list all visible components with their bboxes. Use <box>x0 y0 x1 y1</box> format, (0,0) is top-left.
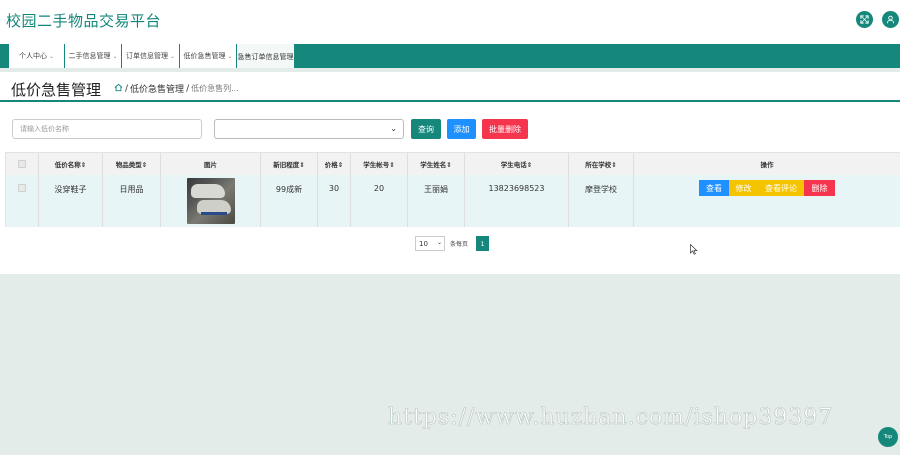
column-header-name[interactable]: 低价名称⇕ <box>39 153 103 175</box>
nav-item-label: 二手信息管理 <box>68 52 111 60</box>
mouse-cursor-icon <box>690 240 698 259</box>
nav-item-label: 个人中心 <box>18 52 47 60</box>
table-header: 低价名称⇕ 物品类型⇕ 图片 新旧程度⇕ 价格⇕ 学生帐号⇕ 学生姓名⇕ 学生电… <box>6 153 900 175</box>
column-header-phone[interactable]: 学生电话⇕ <box>465 153 569 175</box>
cell-student-name: 王丽娟 <box>408 175 465 227</box>
nav-item-personal-center[interactable]: 个人中心 ⌄ <box>8 44 64 68</box>
type-select[interactable]: ⌄ <box>214 119 404 139</box>
chevron-down-icon: ⌄ <box>436 239 442 246</box>
top-header: 校园二手物品交易平台 <box>0 0 900 44</box>
select-all-cell <box>6 153 39 175</box>
chevron-down-icon: ⌄ <box>169 52 176 60</box>
breadcrumb-item-current: 低价急售列... <box>191 84 239 93</box>
chevron-down-icon: ⌄ <box>390 124 397 133</box>
column-header-actions: 操作 <box>760 161 774 169</box>
pagination: 10 ⌄ 条每页 1 <box>415 236 490 251</box>
nav-item-lowprice-sale-management[interactable]: 低价急售管理 ⌄ <box>179 44 236 68</box>
page-size-value: 10 <box>419 239 428 248</box>
chevron-down-icon: ⌄ <box>112 52 118 60</box>
breadcrumb-separator: / <box>125 83 129 94</box>
edit-button[interactable]: 修改 <box>729 180 758 196</box>
nav-item-secondhand-management[interactable]: 二手信息管理 ⌄ <box>64 44 121 68</box>
nav-item-order-management[interactable]: 订单信息管理 ⌄ <box>121 44 179 68</box>
home-icon[interactable] <box>114 83 123 95</box>
back-to-top-button[interactable]: Top <box>878 427 898 447</box>
row-select-cell <box>6 175 39 227</box>
top-nav: 个人中心 ⌄ 二手信息管理 ⌄ 订单信息管理 ⌄ 低价急售管理 ⌄ 急售订单信息管理 <box>0 44 900 70</box>
nav-item-urgent-order-management[interactable]: 急售订单信息管理 <box>236 44 294 70</box>
cell-school: 摩登学校 <box>569 175 634 227</box>
breadcrumb-separator: / <box>186 83 190 94</box>
column-header-price[interactable]: 价格⇕ <box>318 153 351 175</box>
cell-price: 30 <box>318 175 351 227</box>
breadcrumb-item[interactable]: 低价急售管理 <box>130 82 184 95</box>
app-title: 校园二手物品交易平台 <box>6 12 162 30</box>
query-button[interactable]: 查询 <box>411 119 441 139</box>
cell-account: 20 <box>351 175 408 227</box>
view-button[interactable]: 查看 <box>699 180 729 196</box>
chevron-down-icon: ⌄ <box>227 52 233 60</box>
breadcrumb: / 低价急售管理 / 低价急售列... <box>114 82 239 95</box>
name-search-input[interactable] <box>12 119 202 139</box>
data-table: 低价名称⇕ 物品类型⇕ 图片 新旧程度⇕ 价格⇕ 学生帐号⇕ 学生姓名⇕ 学生电… <box>5 152 900 227</box>
row-checkbox[interactable] <box>18 184 26 192</box>
page-title: 低价急售管理 <box>11 81 102 99</box>
column-header-condition[interactable]: 新旧程度⇕ <box>261 153 318 175</box>
delete-button[interactable]: 删除 <box>804 180 835 196</box>
page-number-current[interactable]: 1 <box>476 236 490 251</box>
view-comments-button[interactable]: 查看评论 <box>758 180 804 196</box>
nav-item-label: 急售订单信息管理 <box>237 53 294 61</box>
select-all-checkbox[interactable] <box>18 160 26 168</box>
per-page-label: 条每页 <box>450 241 469 248</box>
nav-item-label: 低价急售管理 <box>183 52 226 60</box>
main-panel: 低价急售管理 / 低价急售管理 / 低价急售列... ⌄ 查询 添加 批量删除 … <box>0 72 900 274</box>
chevron-down-icon: ⌄ <box>48 52 55 60</box>
cell-name: 没穿鞋子 <box>39 175 103 227</box>
cell-phone: 13823698523 <box>465 175 569 227</box>
cell-actions: 查看 修改 查看评论 删除 <box>634 175 900 227</box>
batch-delete-button[interactable]: 批量删除 <box>482 119 528 139</box>
column-header-image: 图片 <box>161 153 261 175</box>
cell-type: 日用品 <box>103 175 161 227</box>
table-row: 没穿鞋子 日用品 99成新 30 20 王丽娟 13823698523 摩登学校… <box>6 175 900 227</box>
column-header-account[interactable]: 学生帐号⇕ <box>351 153 408 175</box>
nav-item-label: 订单信息管理 <box>125 52 168 60</box>
page-size-select[interactable]: 10 ⌄ <box>415 236 445 251</box>
user-icon[interactable] <box>882 11 899 28</box>
add-button[interactable]: 添加 <box>447 119 476 139</box>
column-header-student-name[interactable]: 学生姓名⇕ <box>408 153 465 175</box>
watermark-text: https://www.huzhan.com/ishop39397 <box>388 405 834 431</box>
product-thumbnail[interactable] <box>186 178 235 224</box>
column-header-school[interactable]: 所在学校⇕ <box>569 153 634 175</box>
fullscreen-icon[interactable] <box>856 11 873 28</box>
cell-image <box>161 175 261 227</box>
cell-condition: 99成新 <box>261 175 318 227</box>
title-divider <box>0 100 900 102</box>
column-header-type[interactable]: 物品类型⇕ <box>103 153 161 175</box>
